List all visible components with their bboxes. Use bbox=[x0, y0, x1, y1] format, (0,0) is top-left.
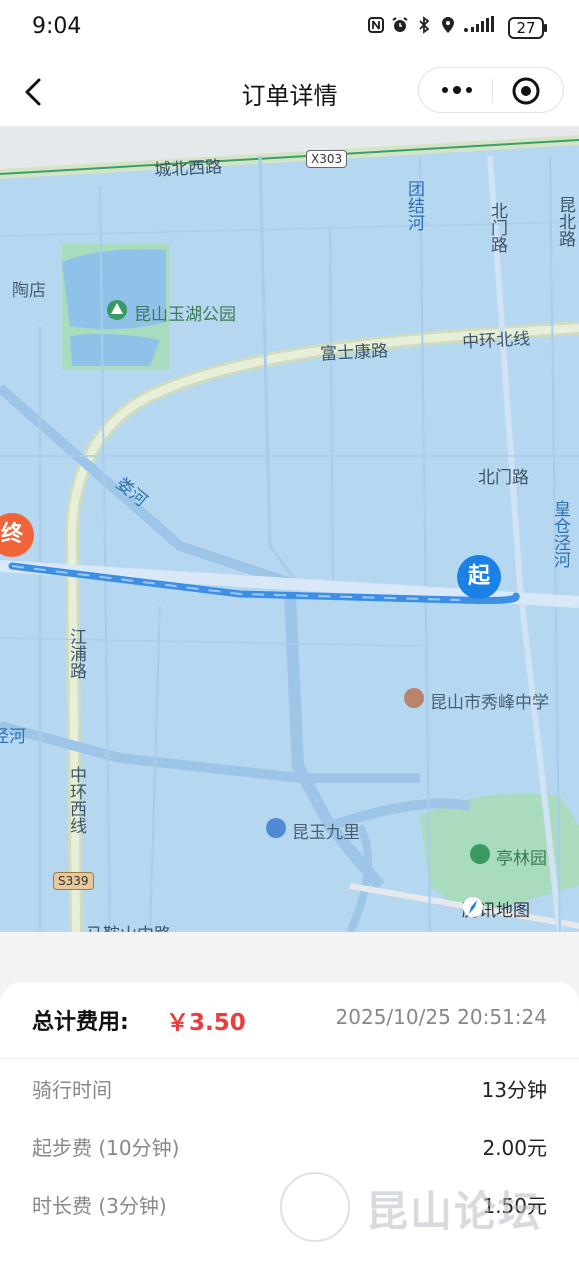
nav-bar: 订单详情 bbox=[0, 58, 579, 126]
bluetooth-icon bbox=[419, 16, 430, 34]
river-label: 泾河 bbox=[0, 727, 26, 747]
school-label: 昆山市秀峰中学 bbox=[430, 693, 549, 713]
start-pin[interactable]: 起 bbox=[457, 555, 501, 599]
provincial-shield: S339 bbox=[53, 872, 94, 890]
nfc-icon bbox=[368, 17, 384, 33]
road-label: 富士康路 bbox=[319, 341, 389, 365]
place-label: 陶店 bbox=[12, 281, 46, 301]
fee-row-value: 2.00元 bbox=[482, 1136, 547, 1160]
fee-row-value: 13分钟 bbox=[481, 1078, 547, 1102]
close-mini-program-button[interactable] bbox=[511, 76, 541, 106]
fee-row: 骑行时间 13分钟 bbox=[32, 1074, 547, 1104]
total-label: 总计费用: bbox=[32, 1010, 129, 1035]
park-label: 昆山玉湖公园 bbox=[134, 305, 236, 325]
road-label: 昆北路 bbox=[555, 196, 575, 247]
road-label: 中环西线 bbox=[66, 766, 86, 834]
map-brand: 腾讯地图 bbox=[462, 896, 530, 921]
total-row: 总计费用: ￥3.50 2025/10/25 20:51:24 bbox=[32, 1004, 547, 1038]
divider bbox=[0, 1058, 579, 1059]
highway-shield: X303 bbox=[306, 150, 348, 168]
road-label: 北门路 bbox=[478, 468, 529, 488]
route-map[interactable]: 城北西路 X303 富士康路 中环北线 北门路 北门路 昆北路 江浦路 中环西线… bbox=[0, 126, 579, 932]
road-label: 马鞍山中路 bbox=[86, 920, 171, 932]
battery-icon: 27 bbox=[508, 17, 548, 39]
road-label: 江浦路 bbox=[66, 628, 86, 679]
more-button[interactable] bbox=[433, 76, 485, 104]
compass-icon bbox=[463, 897, 483, 917]
watermark-text: 昆山论坛 bbox=[366, 1187, 543, 1236]
capsule-divider bbox=[492, 79, 493, 103]
order-datetime: 2025/10/25 20:51:24 bbox=[335, 1005, 547, 1029]
fee-row-label: 骑行时间 bbox=[32, 1078, 112, 1102]
road-label: 中环北线 bbox=[461, 329, 531, 353]
status-time: 9:04 bbox=[32, 14, 82, 39]
total-amount: ￥3.50 bbox=[166, 1010, 246, 1036]
mini-program-capsule bbox=[418, 67, 564, 113]
river-label: 皇仓泾河 bbox=[550, 500, 570, 568]
status-bar: 9:04 27 bbox=[0, 0, 579, 58]
alarm-icon bbox=[392, 17, 408, 32]
watermark: 昆山论坛 bbox=[280, 1172, 572, 1244]
battery-level: 27 bbox=[516, 19, 536, 37]
fee-row: 起步费 (10分钟) 2.00元 bbox=[32, 1132, 547, 1162]
fee-row-label: 起步费 (10分钟) bbox=[32, 1136, 180, 1160]
watermark-seal-icon bbox=[280, 1172, 350, 1242]
target-icon bbox=[512, 77, 540, 105]
fee-row-label: 时长费 (3分钟) bbox=[32, 1194, 167, 1218]
road-label: 城北西路 bbox=[153, 157, 223, 181]
road-label: 北门路 bbox=[487, 202, 507, 253]
park-label: 亭林园 bbox=[496, 849, 547, 869]
signal-icon bbox=[464, 16, 494, 32]
location-icon bbox=[442, 17, 454, 33]
river-label: 团结河 bbox=[404, 180, 424, 231]
place-label: 昆玉九里 bbox=[292, 823, 360, 843]
ellipsis-icon bbox=[442, 86, 472, 94]
status-icons bbox=[367, 16, 497, 34]
